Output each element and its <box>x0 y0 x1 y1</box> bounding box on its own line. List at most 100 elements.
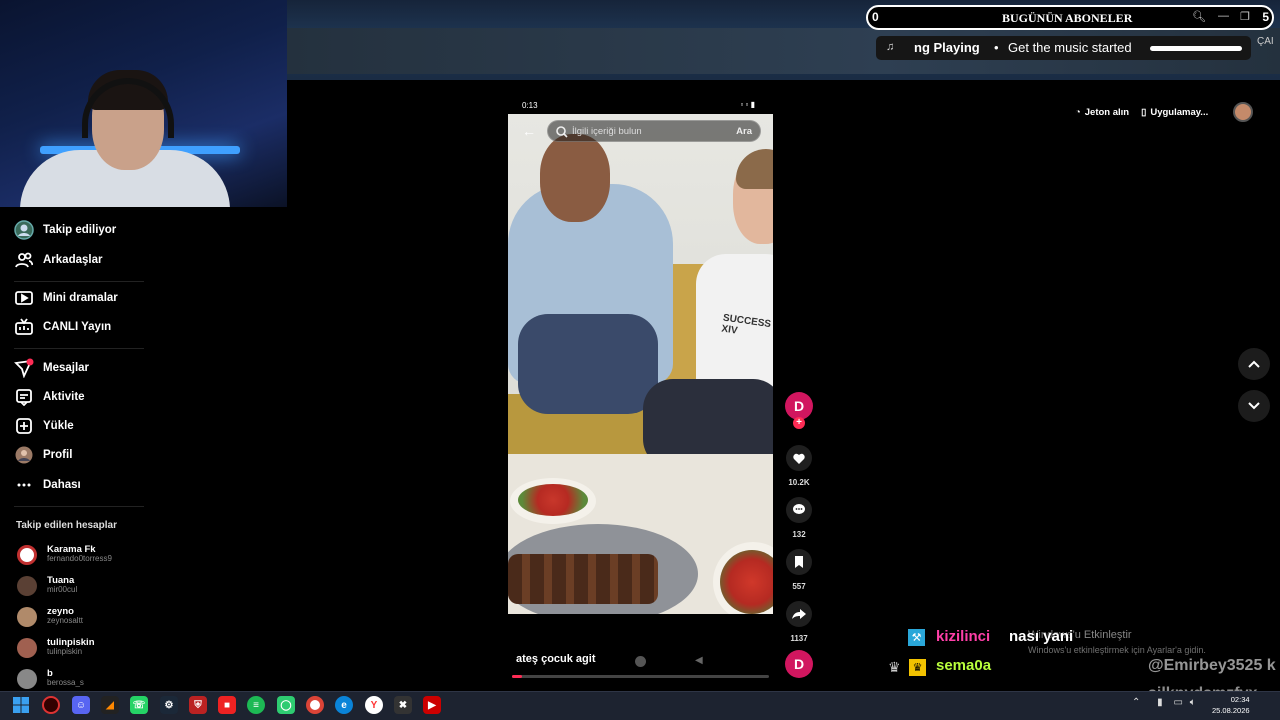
search-button[interactable]: Ara <box>736 126 752 137</box>
now-playing-label: ng Playing <box>914 40 980 55</box>
save-count: 557 <box>792 582 806 591</box>
video-caption[interactable]: ateş çocuk agit <box>516 653 595 665</box>
previous-video-button[interactable] <box>1238 348 1270 380</box>
video-kebab <box>508 554 658 604</box>
now-playing-widget: ♫ ng Playing • Get the music started <box>876 36 1251 60</box>
steam-icon[interactable]: ⚙ <box>160 696 178 714</box>
back-arrow-icon[interactable]: ← <box>522 123 536 139</box>
yandex-icon[interactable]: Y <box>365 696 383 714</box>
friends-icon <box>14 250 34 270</box>
chevron-up-icon[interactable]: ⌃ <box>1132 697 1140 708</box>
sidebar-item-label: Yükle <box>43 420 74 432</box>
video-progress-fill <box>512 675 523 678</box>
volume-icon[interactable]: 🔈︎ <box>1190 697 1196 708</box>
messages-icon <box>14 358 34 378</box>
share-count: 1137 <box>790 634 808 643</box>
sidebar-item-label: Dahası <box>43 479 81 491</box>
search-input[interactable]: İlgili içeriği bulun Ara <box>547 120 761 142</box>
account-handle: tulinpiskin <box>47 647 83 656</box>
coin-icon: ◔ <box>1075 106 1081 118</box>
app-red-icon[interactable]: ■ <box>218 696 236 714</box>
account-handle: mir00cul <box>47 585 78 594</box>
clock-time: 02:34 <box>1230 695 1250 704</box>
live-tv-icon <box>14 317 34 337</box>
gamepad-icon[interactable]: ◯ <box>277 696 295 714</box>
comment-button[interactable] <box>785 496 813 524</box>
sidebar-item-label: Profil <box>43 449 73 461</box>
now-playing-song: Get the music started <box>1008 40 1132 55</box>
follow-plus-icon[interactable]: + <box>793 417 805 429</box>
creator-avatar[interactable]: D <box>785 392 813 420</box>
sidebar-item-label: CANLI Yayın <box>43 321 112 333</box>
avatar <box>17 545 37 565</box>
discord-icon[interactable]: ☺ <box>72 696 90 714</box>
header-actions: ◔ Jeton alın ▯ Uygulamay... <box>1075 100 1225 124</box>
opera-gx-icon[interactable] <box>42 696 60 714</box>
chat-username: sema0a <box>936 657 992 674</box>
followed-account[interactable]: Tuana mir00cul <box>17 575 217 601</box>
comment-icon <box>786 497 812 523</box>
edge-icon[interactable]: e <box>335 696 353 714</box>
account-handle: fernando0torress9 <box>47 554 112 563</box>
avatar <box>17 607 37 627</box>
account-handle: zeynosaltt <box>47 616 84 625</box>
sidebar-item-mini-dramas[interactable]: Mini dramalar <box>14 286 118 310</box>
subs-count-right: 5 <box>1262 10 1269 24</box>
watermark-handle: @Emirbey3525 k <box>1148 657 1276 674</box>
followed-account[interactable]: Karama Fk fernando0torress9 <box>17 544 217 570</box>
get-app-link[interactable]: Uygulamay... <box>1150 107 1208 118</box>
search-icon <box>556 125 568 143</box>
video-progress-bar[interactable] <box>512 675 769 678</box>
search-icon[interactable]: 🔍︎ <box>1192 10 1206 23</box>
sidebar-item-more[interactable]: Dahası <box>14 473 81 497</box>
taskbar-clock[interactable]: 02:34 25.08.2026 <box>1212 694 1250 716</box>
chat-username: kizilinci <box>936 628 991 645</box>
save-button[interactable] <box>785 548 813 576</box>
sidebar-item-label: Mesajlar <box>43 362 90 374</box>
followed-account[interactable]: tulinpiskin tulinpiskin <box>17 637 217 663</box>
sidebar-item-live[interactable]: CANLI Yayın <box>14 315 111 339</box>
minimize-icon[interactable]: — <box>1218 10 1229 22</box>
like-button[interactable] <box>785 444 813 472</box>
bookmark-icon <box>786 549 812 575</box>
moderator-badge-icon: ⚒ <box>908 629 925 646</box>
activity-icon <box>14 387 34 407</box>
next-video-button[interactable] <box>1238 390 1270 422</box>
battery-icon[interactable]: ▭ <box>1173 697 1182 708</box>
editor-icon[interactable]: ◢ <box>101 696 119 714</box>
clock-date: 25.08.2026 <box>1212 706 1250 715</box>
sidebar-item-label: Arkadaşlar <box>43 254 103 266</box>
chat-message: nası yani <box>1009 628 1074 645</box>
sidebar-item-following[interactable]: Takip ediliyor <box>14 218 116 242</box>
spotify-icon[interactable]: ≡ <box>247 696 265 714</box>
sound-avatar[interactable]: D <box>785 650 813 678</box>
youtube-icon[interactable]: ▶ <box>423 696 441 714</box>
avatar <box>17 638 37 658</box>
sidebar-item-activity[interactable]: Aktivite <box>14 385 85 409</box>
maximize-icon[interactable]: ❐ <box>1240 10 1250 23</box>
sidebar-item-friends[interactable]: Arkadaşlar <box>14 248 102 272</box>
share-button[interactable] <box>785 600 813 628</box>
video-player[interactable]: SUCCESS XIV <box>508 114 773 614</box>
chrome-icon[interactable] <box>306 696 324 714</box>
sidebar-item-upload[interactable]: Yükle <box>14 414 74 438</box>
sidebar-item-messages[interactable]: Mesajlar <box>14 356 89 380</box>
sidebar-divider <box>14 506 144 507</box>
now-playing-separator: • <box>994 40 999 55</box>
sidebar-item-label: Mini dramalar <box>43 292 118 304</box>
banner-right-text: ÇAI <box>1257 36 1274 47</box>
crown-outline-icon: ♛ <box>888 659 901 675</box>
shield-icon[interactable]: ⛨ <box>189 696 207 714</box>
network-icon[interactable]: ▮ <box>1157 697 1163 708</box>
get-coins-link[interactable]: Jeton alın <box>1085 107 1129 118</box>
upload-icon <box>14 416 34 436</box>
whatsapp-icon[interactable]: ☏ <box>130 696 148 714</box>
followed-account[interactable]: zeyno zeynosaltt <box>17 606 217 632</box>
windows-start-icon[interactable] <box>12 696 30 714</box>
user-avatar[interactable] <box>1233 102 1253 122</box>
sidebar-item-profile[interactable]: Profil <box>14 443 72 467</box>
phone-status-bar: 0:13 ▫ ▫ ▮ <box>508 98 773 114</box>
like-count: 10.2K <box>788 478 810 487</box>
capcut-icon[interactable]: ✖ <box>394 696 412 714</box>
windows-activation-sub: Windows'u etkinleştirmek için Ayarlar'a … <box>1028 645 1206 655</box>
